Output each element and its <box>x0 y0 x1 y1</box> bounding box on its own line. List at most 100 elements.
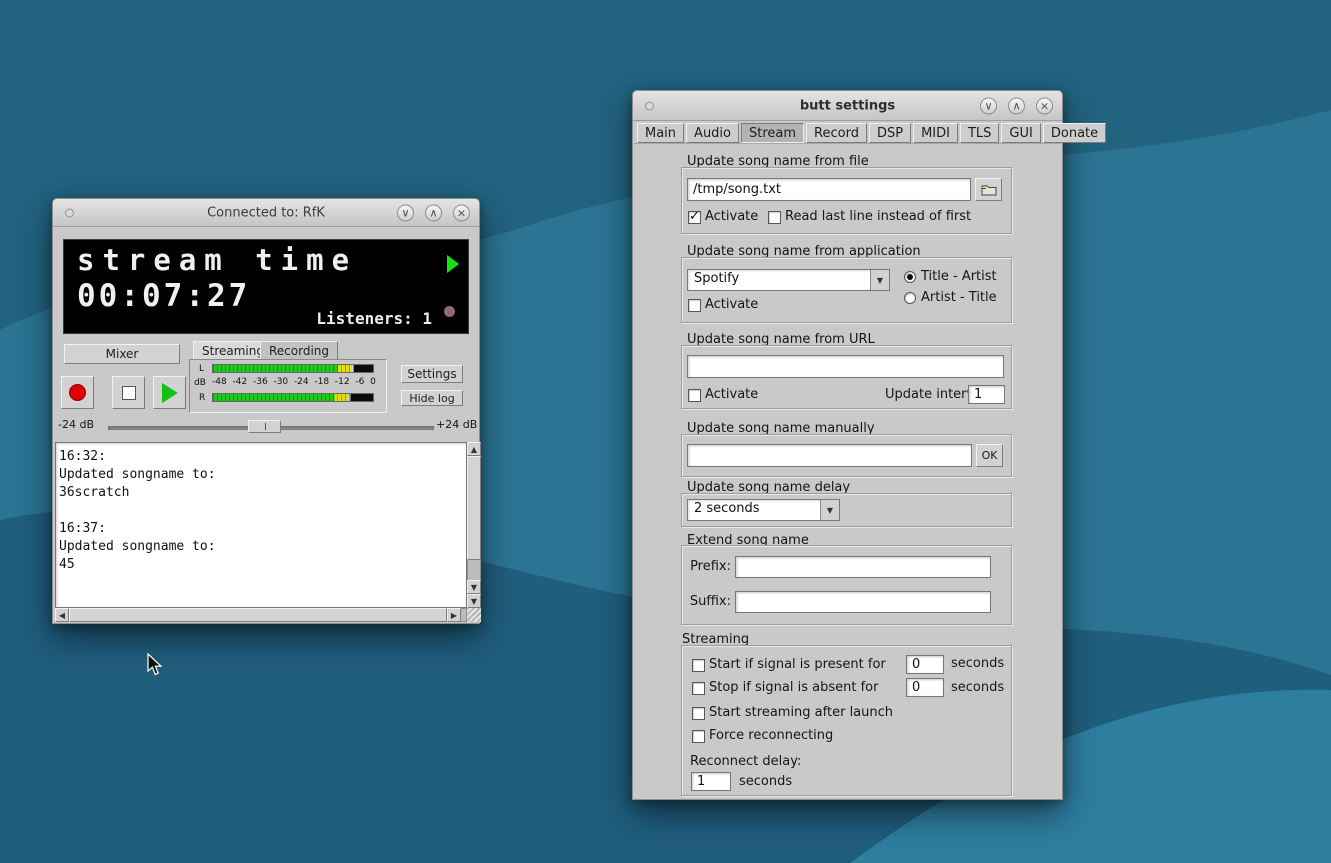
record-icon <box>69 384 86 401</box>
application-activate-checkbox[interactable] <box>688 299 701 312</box>
url-activate-label[interactable]: Activate <box>705 387 758 402</box>
seconds-label: seconds <box>739 774 792 789</box>
scroll-down-icon[interactable]: ▼ <box>467 580 481 594</box>
settings-titlebar[interactable]: butt settings ∨ ∧ × <box>633 91 1062 121</box>
scroll-left-icon[interactable]: ◀ <box>55 608 69 622</box>
log-text: 16:32: Updated songname to: 36scratch 16… <box>56 443 466 579</box>
start-if-signal-label[interactable]: Start if signal is present for <box>709 657 886 672</box>
seconds-label: seconds <box>951 656 1004 671</box>
stop-if-signal-label[interactable]: Stop if signal is absent for <box>709 680 878 695</box>
start-after-launch-label[interactable]: Start streaming after launch <box>709 705 893 720</box>
start-if-signal-checkbox[interactable] <box>692 659 705 672</box>
tab-main[interactable]: Main <box>637 123 684 143</box>
dropdown-arrow-icon: ▼ <box>870 270 889 290</box>
vu-meter-scale: -48 -42 -36 -30 -24 -18 -12 -6 0 <box>212 377 376 387</box>
tab-divider <box>634 143 1061 144</box>
lcd-status-text: stream time <box>77 243 357 277</box>
tab-dsp[interactable]: DSP <box>869 123 911 143</box>
stop-if-signal-checkbox[interactable] <box>692 682 705 695</box>
tab-recording[interactable]: Recording <box>260 341 338 360</box>
scroll-right-icon[interactable]: ▶ <box>447 608 461 622</box>
read-last-line-label[interactable]: Read last line instead of first <box>785 209 971 224</box>
tab-midi[interactable]: MIDI <box>913 123 958 143</box>
tab-audio[interactable]: Audio <box>686 123 739 143</box>
tab-donate[interactable]: Donate <box>1043 123 1106 143</box>
manual-song-input[interactable] <box>687 444 972 467</box>
play-icon <box>162 383 178 403</box>
settings-button[interactable]: Settings <box>401 365 463 383</box>
shade-icon[interactable]: ∨ <box>397 204 414 221</box>
start-signal-seconds-input[interactable] <box>906 655 944 674</box>
close-icon[interactable]: × <box>1036 97 1053 114</box>
close-icon[interactable]: × <box>453 204 470 221</box>
title-artist-radio[interactable] <box>904 271 916 283</box>
file-activate-label[interactable]: Activate <box>705 209 758 224</box>
tick-label: -42 <box>232 377 247 387</box>
force-reconnecting-checkbox[interactable] <box>692 730 705 743</box>
seconds-label: seconds <box>951 680 1004 695</box>
reconnect-delay-label: Reconnect delay: <box>690 754 801 769</box>
update-interval-input[interactable] <box>968 385 1005 404</box>
artist-title-radio[interactable] <box>904 292 916 304</box>
main-titlebar[interactable]: Connected to: RfK ∨ ∧ × <box>53 199 479 227</box>
hscrollbar-thumb[interactable] <box>69 608 447 622</box>
suffix-input[interactable] <box>735 591 991 613</box>
force-reconnecting-label[interactable]: Force reconnecting <box>709 728 833 743</box>
delay-dropdown-value: 2 seconds <box>688 500 820 520</box>
scroll-up-icon[interactable]: ▲ <box>467 442 481 456</box>
browse-folder-button[interactable] <box>975 178 1002 201</box>
tick-label: -12 <box>335 377 350 387</box>
maximize-icon[interactable]: ∧ <box>425 204 442 221</box>
artist-title-label[interactable]: Artist - Title <box>921 290 997 305</box>
prefix-label: Prefix: <box>687 559 731 574</box>
tab-gui[interactable]: GUI <box>1001 123 1040 143</box>
stop-signal-seconds-input[interactable] <box>906 678 944 697</box>
record-button[interactable] <box>61 376 94 409</box>
tick-label: -30 <box>273 377 288 387</box>
prefix-input[interactable] <box>735 556 991 578</box>
meter-right-label: R <box>199 393 205 403</box>
hide-log-button[interactable]: Hide log <box>401 390 463 406</box>
file-activate-checkbox[interactable] <box>688 211 701 224</box>
play-button[interactable] <box>153 376 186 409</box>
reconnect-delay-input[interactable] <box>691 772 731 791</box>
vu-meter-panel: L dB R -48 -42 -36 -30 -24 -18 -12 -6 0 <box>189 359 387 413</box>
vu-meter-right-bar <box>212 393 374 402</box>
gain-slider-thumb[interactable] <box>248 420 281 433</box>
tick-label: -24 <box>294 377 309 387</box>
stop-button[interactable] <box>112 376 145 409</box>
streaming-active-icon <box>447 255 459 273</box>
main-window-body: stream time 00:07:27 Listeners: 1 Mixer … <box>53 227 479 623</box>
song-url-input[interactable] <box>687 355 1004 378</box>
meter-left-label: L <box>199 364 204 374</box>
shade-icon[interactable]: ∨ <box>980 97 997 114</box>
tick-label: -6 <box>355 377 364 387</box>
suffix-label: Suffix: <box>687 594 731 609</box>
resize-grip[interactable] <box>467 608 481 622</box>
folder-icon <box>981 183 997 196</box>
mixer-button[interactable]: Mixer <box>64 344 180 364</box>
vscrollbar-thumb[interactable] <box>467 456 481 560</box>
delay-dropdown[interactable]: 2 seconds ▼ <box>687 499 840 521</box>
gain-max-label: +24 dB <box>436 418 477 431</box>
log-area[interactable]: 16:32: Updated songname to: 36scratch 16… <box>55 442 467 608</box>
tick-label: 0 <box>370 377 376 387</box>
tab-record[interactable]: Record <box>806 123 867 143</box>
url-activate-checkbox[interactable] <box>688 389 701 402</box>
scroll-down-icon[interactable]: ▼ <box>467 594 481 608</box>
dropdown-arrow-icon: ▼ <box>820 500 839 520</box>
application-activate-label[interactable]: Activate <box>705 297 758 312</box>
start-after-launch-checkbox[interactable] <box>692 707 705 720</box>
tick-label: -36 <box>253 377 268 387</box>
application-dropdown[interactable]: Spotify ▼ <box>687 269 890 291</box>
vu-meter-left-bar <box>212 364 374 373</box>
tab-tls[interactable]: TLS <box>960 123 999 143</box>
title-artist-label[interactable]: Title - Artist <box>921 269 997 284</box>
application-dropdown-value: Spotify <box>688 270 870 290</box>
read-last-line-checkbox[interactable] <box>768 211 781 224</box>
tab-stream[interactable]: Stream <box>741 123 804 143</box>
ok-button[interactable]: OK <box>976 444 1003 467</box>
gain-min-label: -24 dB <box>58 418 94 431</box>
song-file-input[interactable] <box>687 178 971 201</box>
maximize-icon[interactable]: ∧ <box>1008 97 1025 114</box>
